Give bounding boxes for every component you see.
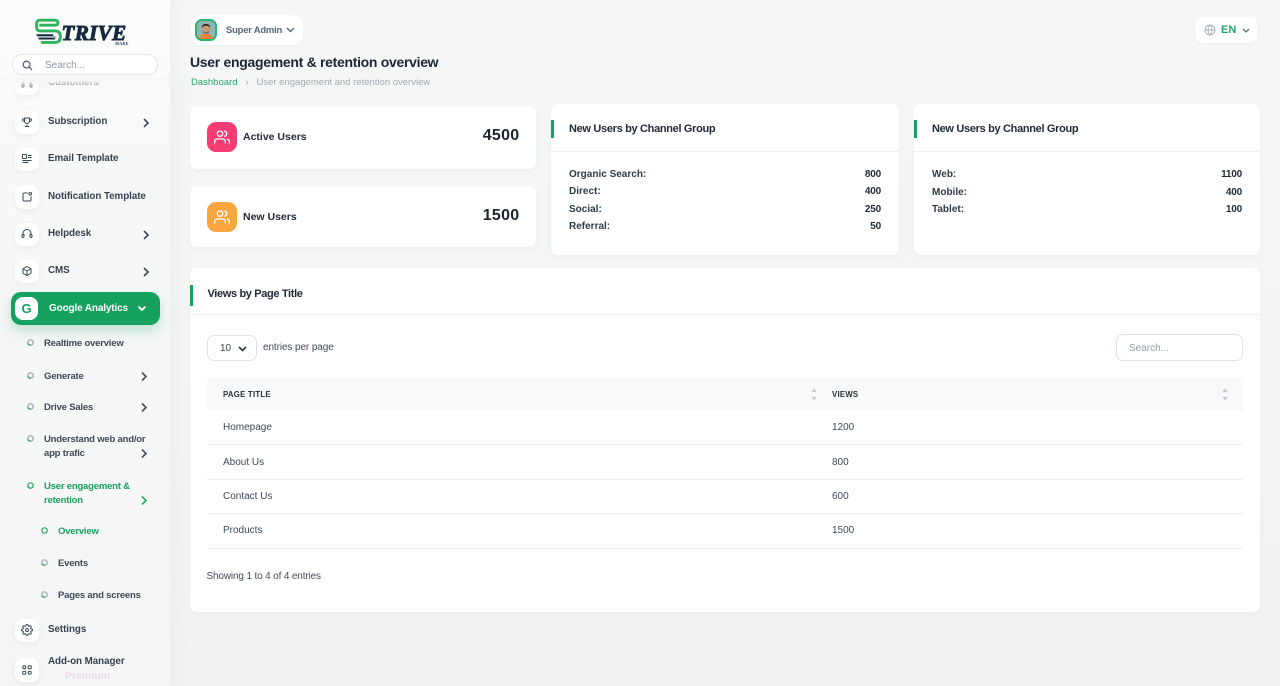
svg-text:MAKE: MAKE <box>114 41 129 46</box>
